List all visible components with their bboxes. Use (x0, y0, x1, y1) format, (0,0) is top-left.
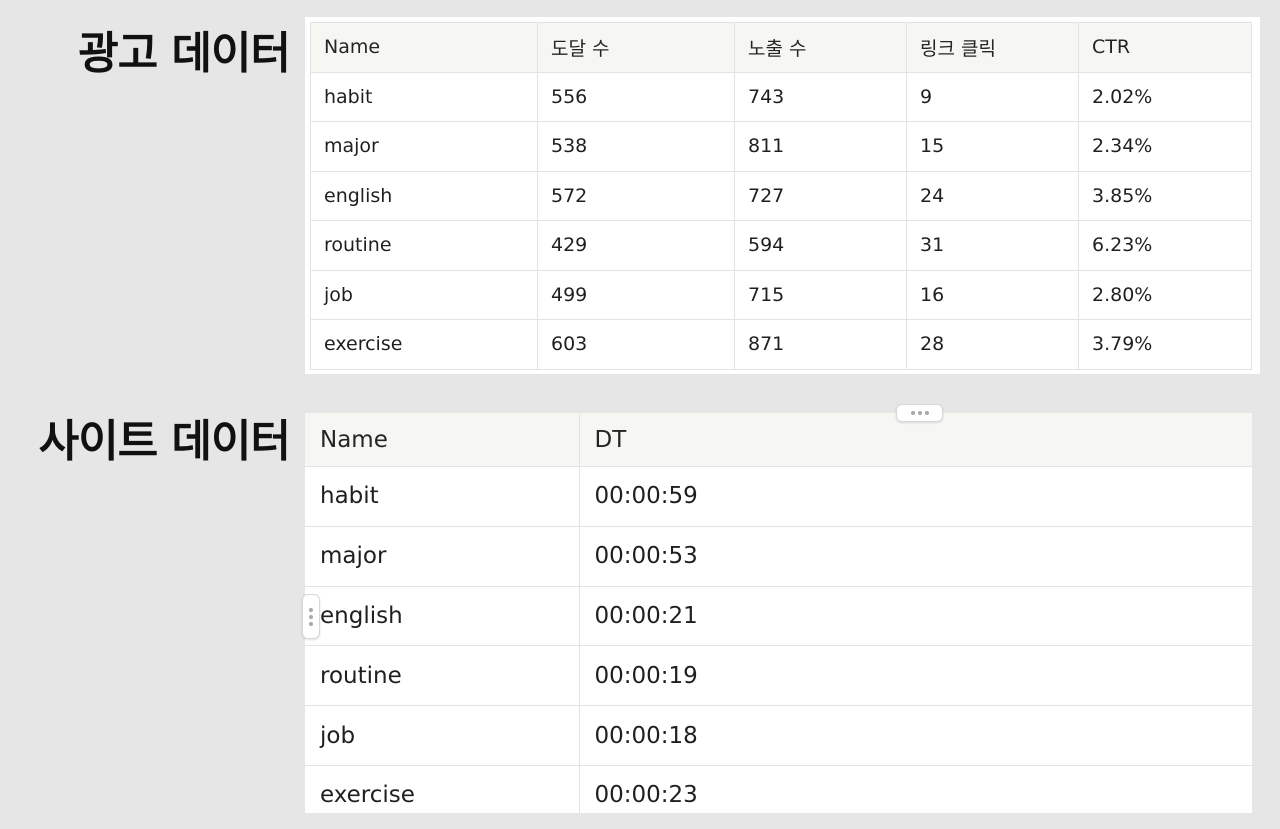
column-header-ctr[interactable]: CTR (1078, 22, 1252, 73)
cell-reach[interactable]: 429 (537, 220, 735, 271)
cell-link-clicks[interactable]: 9 (906, 71, 1079, 122)
cell-ctr[interactable]: 2.02% (1078, 71, 1252, 122)
cell-link-clicks[interactable]: 24 (906, 170, 1079, 221)
cell-dt[interactable]: 00:00:59 (578, 466, 1252, 527)
cell-link-clicks[interactable]: 28 (906, 319, 1079, 370)
cell-name[interactable]: exercise (310, 319, 538, 370)
table-row: habit 556 743 9 2.02% (310, 71, 1252, 122)
cell-name[interactable]: english (305, 586, 579, 647)
table-row: habit 00:00:59 (305, 466, 1252, 527)
cell-reach[interactable]: 556 (537, 71, 735, 122)
table-row: routine 429 594 31 6.23% (310, 220, 1252, 271)
cell-name[interactable]: habit (305, 466, 579, 527)
cell-reach[interactable]: 603 (537, 319, 735, 370)
cell-link-clicks[interactable]: 15 (906, 121, 1079, 172)
cell-name[interactable]: exercise (305, 765, 579, 813)
table-row: routine 00:00:19 (305, 645, 1252, 707)
table-row: job 499 715 16 2.80% (310, 269, 1252, 320)
cell-dt[interactable]: 00:00:23 (578, 765, 1252, 813)
cell-impressions[interactable]: 715 (734, 269, 907, 320)
cell-name[interactable]: routine (310, 220, 538, 271)
cell-name[interactable]: routine (305, 645, 579, 707)
horizontal-dots-icon (924, 411, 929, 415)
cell-impressions[interactable]: 871 (734, 319, 907, 370)
cell-ctr[interactable]: 3.79% (1078, 319, 1252, 370)
cell-link-clicks[interactable]: 16 (906, 269, 1079, 320)
cell-ctr[interactable]: 2.80% (1078, 269, 1252, 320)
cell-impressions[interactable]: 743 (734, 71, 907, 122)
column-header-link-clicks[interactable]: 링크 클릭 (906, 22, 1079, 73)
horizontal-dots-icon (917, 411, 922, 415)
table-row: major 00:00:53 (305, 526, 1252, 587)
cell-name[interactable]: job (310, 269, 538, 320)
vertical-dots-icon (309, 607, 313, 612)
ad-data-table: Name 도달 수 노출 수 링크 클릭 CTR habit 556 743 9… (310, 22, 1252, 370)
site-data-table: Name DT habit 00:00:59 major 00:00:53 en… (305, 413, 1252, 813)
row-drag-handle[interactable] (302, 594, 320, 639)
cell-impressions[interactable]: 594 (734, 220, 907, 271)
cell-impressions[interactable]: 727 (734, 170, 907, 221)
cell-link-clicks[interactable]: 31 (906, 220, 1079, 271)
site-data-table-block: Name DT habit 00:00:59 major 00:00:53 en… (305, 413, 1252, 813)
cell-dt[interactable]: 00:00:18 (578, 705, 1252, 766)
column-header-reach[interactable]: 도달 수 (537, 22, 735, 73)
column-header-name[interactable]: Name (305, 413, 579, 467)
vertical-dots-icon (309, 621, 313, 626)
cell-name[interactable]: habit (310, 71, 538, 122)
cell-reach[interactable]: 572 (537, 170, 735, 221)
site-data-title: 사이트 데이터 (38, 416, 291, 467)
table-header-row: Name 도달 수 노출 수 링크 클릭 CTR (310, 22, 1252, 73)
table-header-row: Name DT (305, 413, 1252, 467)
cell-name[interactable]: major (305, 526, 579, 587)
ad-data-title: 광고 데이터 (78, 28, 291, 79)
cell-dt[interactable]: 00:00:53 (578, 526, 1252, 587)
table-row: english 572 727 24 3.85% (310, 170, 1252, 221)
column-header-name[interactable]: Name (310, 22, 538, 73)
ad-data-table-block: Name 도달 수 노출 수 링크 클릭 CTR habit 556 743 9… (305, 17, 1260, 374)
table-row: exercise 00:00:23 (305, 765, 1252, 813)
cell-name[interactable]: job (305, 705, 579, 766)
table-row: english 00:00:21 (305, 586, 1252, 647)
cell-ctr[interactable]: 2.34% (1078, 121, 1252, 172)
horizontal-dots-icon (910, 411, 915, 415)
cell-ctr[interactable]: 6.23% (1078, 220, 1252, 271)
cell-name[interactable]: english (310, 170, 538, 221)
cell-reach[interactable]: 538 (537, 121, 735, 172)
vertical-dots-icon (309, 614, 313, 619)
table-row: exercise 603 871 28 3.79% (310, 319, 1252, 370)
cell-dt[interactable]: 00:00:21 (578, 586, 1252, 647)
cell-name[interactable]: major (310, 121, 538, 172)
cell-ctr[interactable]: 3.85% (1078, 170, 1252, 221)
table-row: major 538 811 15 2.34% (310, 121, 1252, 172)
cell-dt[interactable]: 00:00:19 (578, 645, 1252, 707)
table-row: job 00:00:18 (305, 705, 1252, 766)
column-header-impressions[interactable]: 노출 수 (734, 22, 907, 73)
cell-impressions[interactable]: 811 (734, 121, 907, 172)
cell-reach[interactable]: 499 (537, 269, 735, 320)
column-drag-handle[interactable] (896, 404, 943, 422)
